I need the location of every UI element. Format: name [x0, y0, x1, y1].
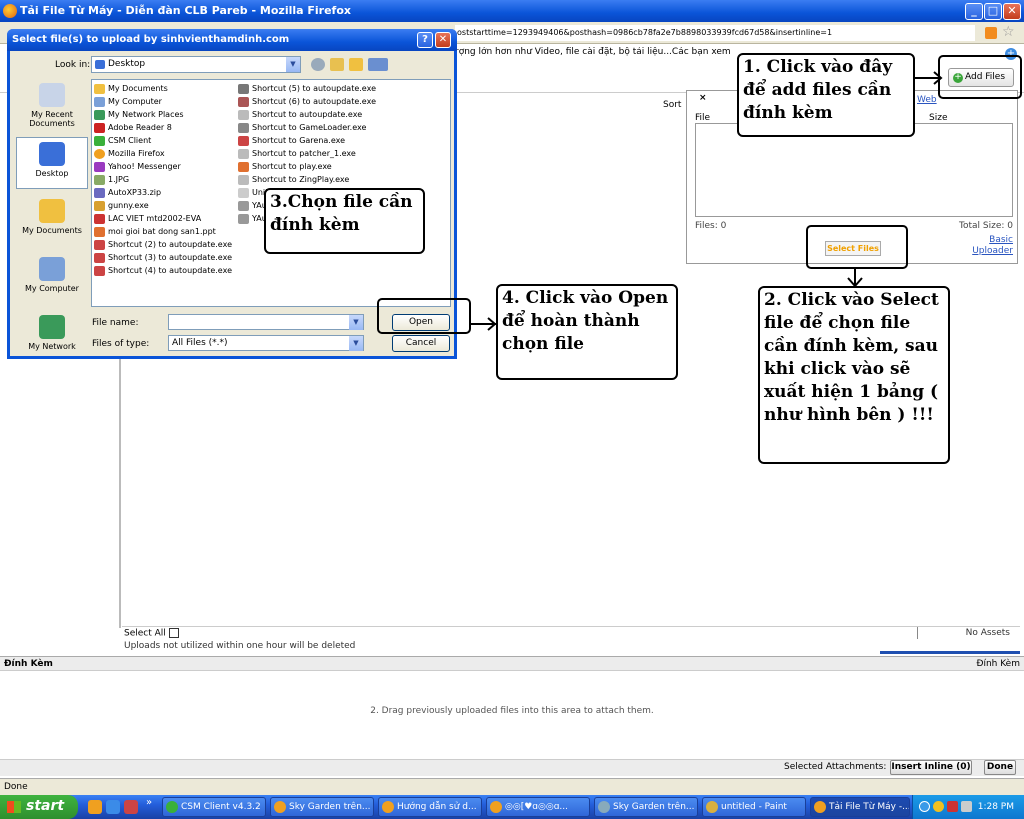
annotation-arrows	[471, 71, 943, 331]
